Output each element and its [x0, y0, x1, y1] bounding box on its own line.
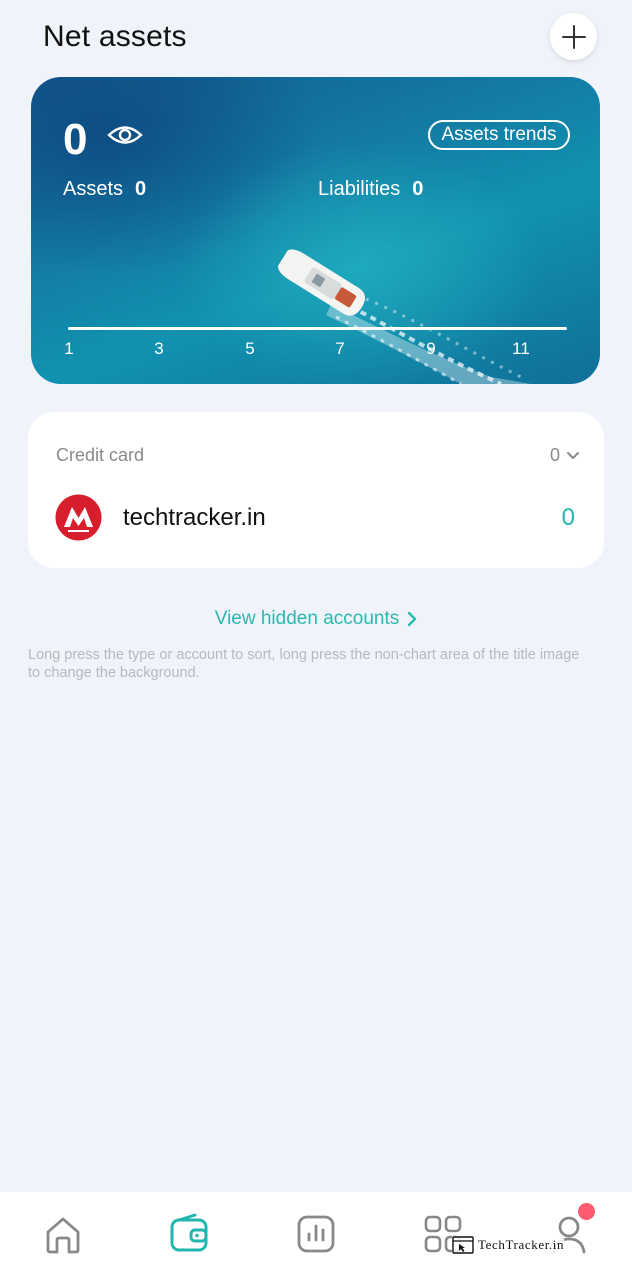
axis-tick-label: 9 — [426, 339, 436, 358]
assets-label: Assets — [63, 178, 124, 200]
cursor-window-icon — [452, 1236, 474, 1254]
chevron-down-icon — [567, 451, 579, 459]
liabilities-label: Liabilities — [318, 178, 401, 200]
view-hidden-accounts-link[interactable]: View hidden accounts — [0, 608, 632, 630]
credit-card-section: Credit card 0 techtracker.in 0 — [28, 412, 604, 568]
axis-tick-label: 11 — [512, 339, 530, 358]
net-assets-card[interactable]: 0 Assets trends Assets 0 Liabilities 0 1 3… — [31, 77, 600, 384]
account-name: techtracker.in — [123, 504, 266, 531]
add-account-button[interactable] — [550, 13, 597, 60]
watermark: TechTracker.in — [452, 1236, 565, 1254]
bank-logo-icon — [55, 494, 102, 541]
credit-card-total[interactable]: 0 — [550, 445, 580, 466]
assets-summary: Assets 0 — [63, 178, 146, 201]
axis-tick-label: 1 — [64, 339, 74, 358]
assets-value: 0 — [135, 178, 147, 200]
wallet-icon[interactable] — [167, 1212, 211, 1256]
net-assets-value: 0 — [63, 115, 88, 164]
eye-icon[interactable] — [107, 122, 143, 148]
credit-card-total-value: 0 — [549, 445, 560, 465]
view-hidden-accounts-label: View hidden accounts — [214, 608, 400, 629]
assets-trends-button[interactable]: Assets trends — [428, 120, 570, 150]
credit-card-title[interactable]: Credit card — [56, 445, 144, 466]
bottom-navigation: TechTracker.in — [0, 1192, 632, 1280]
account-value: 0 — [561, 504, 575, 531]
liabilities-summary: Liabilities 0 — [318, 178, 423, 201]
home-icon[interactable] — [41, 1212, 85, 1256]
notification-badge — [578, 1203, 595, 1220]
page-title: Net assets — [43, 20, 187, 53]
axis-tick-label: 3 — [154, 339, 164, 358]
axis-tick-label: 5 — [245, 339, 255, 358]
watermark-text: TechTracker.in — [478, 1237, 565, 1252]
chevron-right-icon — [408, 611, 417, 627]
plus-icon — [561, 24, 586, 49]
liabilities-value: 0 — [412, 178, 424, 200]
chart-axis-line — [68, 327, 567, 330]
sort-hint-text: Long press the type or account to sort, … — [28, 647, 580, 681]
stats-icon[interactable] — [294, 1212, 338, 1256]
axis-tick-label: 7 — [335, 339, 345, 358]
